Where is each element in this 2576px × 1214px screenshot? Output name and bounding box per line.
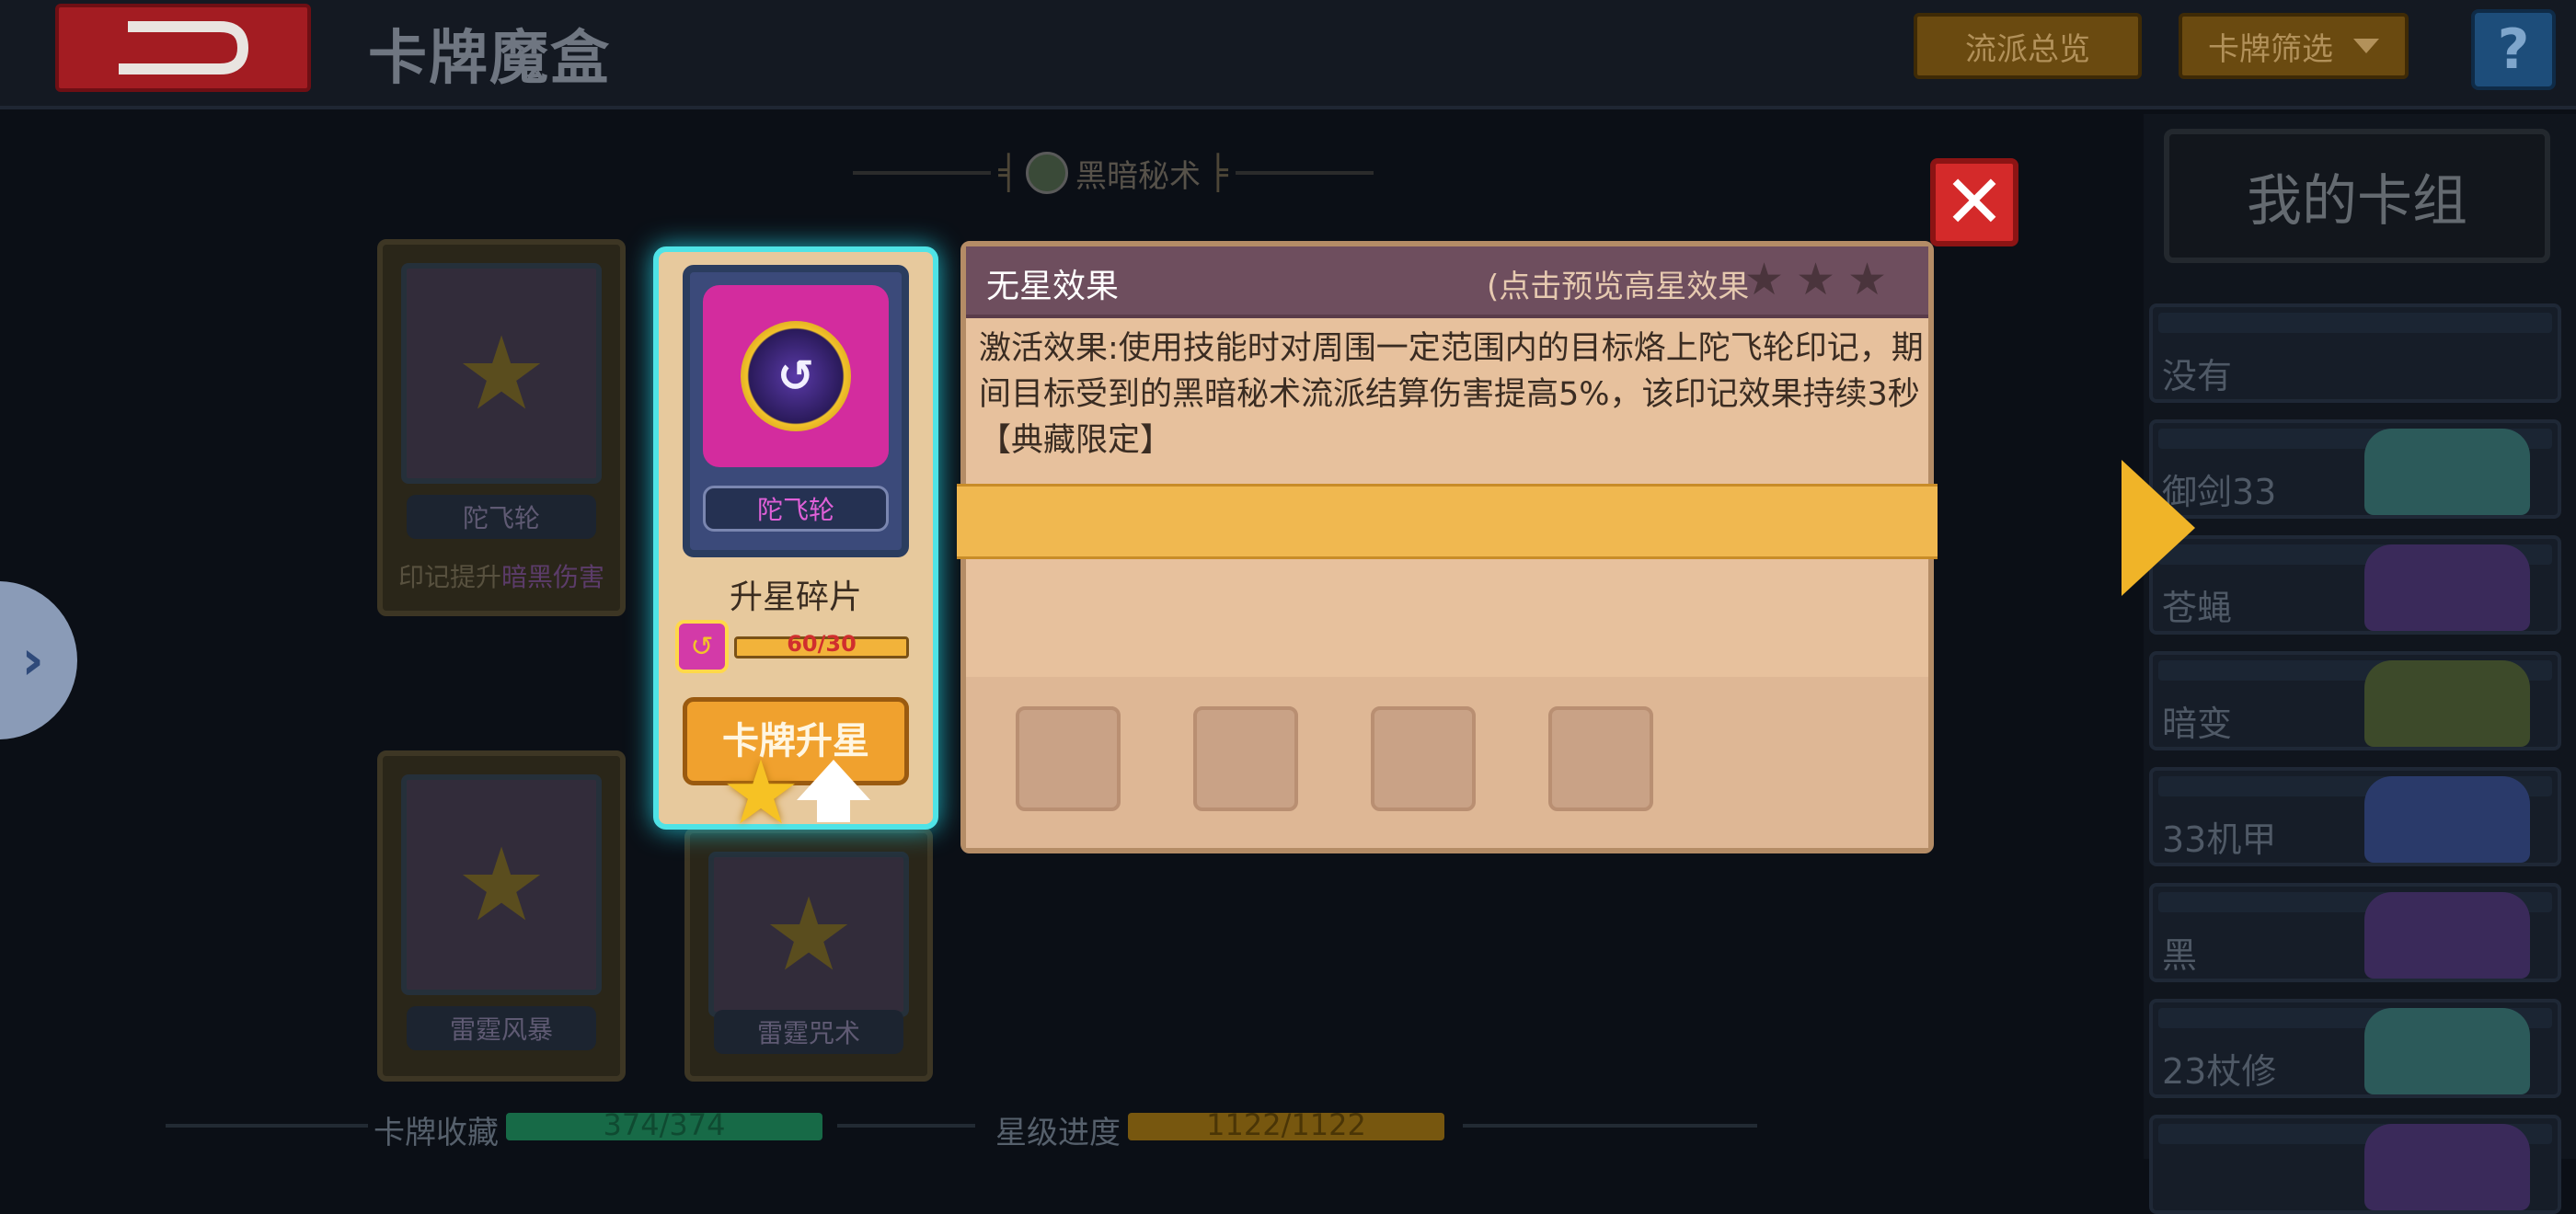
empty-slot[interactable]	[1016, 706, 1121, 811]
card-name: 陀飞轮	[407, 495, 596, 539]
help-button[interactable]: ?	[2471, 9, 2556, 90]
deck-card-thumbnail	[2364, 892, 2530, 979]
star-icon[interactable]: ★	[1744, 254, 1784, 305]
effect-preview-hint[interactable]: (点击预览高星效果	[1487, 261, 1749, 306]
chevron-right-icon: ›	[21, 628, 44, 693]
star-icon[interactable]: ★	[1796, 254, 1835, 305]
card-art-frame: ↺	[703, 285, 889, 467]
card-collection-progress-text: 374/374	[603, 1107, 726, 1142]
deck-list-item[interactable]: 御剑33	[2149, 419, 2561, 519]
divider	[853, 171, 992, 175]
deck-card-thumbnail	[2364, 1124, 2530, 1210]
card-art: ★	[401, 774, 602, 995]
card-collection-label: 卡牌收藏	[374, 1115, 499, 1151]
deck-card-thumbnail	[2364, 776, 2530, 863]
back-arrow-icon	[119, 21, 249, 74]
selected-card[interactable]: ↺ 陀飞轮 升星碎片 ↺ 60/30 卡牌升星 ★	[653, 246, 938, 837]
section-header: ╡ 黑暗秘术 ╞	[846, 147, 1380, 199]
side-menu-toggle[interactable]: ›	[0, 581, 77, 739]
star-progress-text: 1122/1122	[1206, 1107, 1366, 1142]
star-icon: ★	[455, 315, 547, 432]
star-icon: ★	[721, 741, 801, 844]
deck-list-item[interactable]: 33机甲	[2149, 767, 2561, 866]
divider	[166, 1124, 368, 1128]
card-tile[interactable]: ★ 陀飞轮 印记提升暗黑伤害	[377, 239, 626, 616]
school-emblem-icon	[1026, 152, 1068, 194]
card-art: ↺ 陀飞轮	[683, 265, 909, 557]
my-deck-button[interactable]: 我的卡组	[2164, 129, 2550, 263]
card-tile[interactable]: ★ 雷霆咒术	[684, 828, 933, 1082]
deck-list-item[interactable]: 没有	[2149, 304, 2561, 403]
card-filter-dropdown[interactable]: 卡牌筛选	[2179, 13, 2409, 79]
next-page-arrow-icon[interactable]	[2122, 460, 2195, 596]
deck-item-label: 33机甲	[2162, 819, 2277, 860]
shard-icon: ↺	[675, 620, 729, 673]
deck-item-header	[2158, 313, 2552, 333]
deck-item-label: 黑	[2162, 935, 2198, 976]
deck-list-item[interactable]	[2149, 1115, 2561, 1214]
card-filter-label: 卡牌筛选	[2208, 30, 2333, 68]
effect-header[interactable]: 无星效果 (点击预览高星效果 ★ ★ ★	[966, 246, 1928, 318]
deck-card-thumbnail	[2364, 429, 2530, 515]
deck-item-label: 23杖修	[2162, 1051, 2277, 1092]
empty-slot[interactable]	[1193, 706, 1298, 811]
deck-card-thumbnail	[2364, 544, 2530, 631]
deck-item-label: 暗变	[2162, 704, 2233, 744]
star-progress-label: 星级进度	[995, 1115, 1121, 1151]
chevron-down-icon	[2353, 39, 2379, 53]
help-icon: ?	[2497, 17, 2530, 82]
shard-label: 升星碎片	[729, 578, 862, 616]
deck-list-item[interactable]: 暗变	[2149, 651, 2561, 750]
arrow-up-icon	[797, 760, 870, 800]
card-art: ★	[401, 263, 602, 484]
school-overview-label: 流派总览	[1965, 30, 2090, 68]
deck-card-thumbnail	[2364, 1008, 2530, 1094]
divider	[837, 1124, 975, 1128]
deck-list-item[interactable]: 苍蝇	[2149, 535, 2561, 635]
deck-card-thumbnail	[2364, 660, 2530, 747]
close-icon: ✕	[1943, 159, 2006, 245]
card-name: 雷霆咒术	[714, 1010, 903, 1054]
card-name: 雷霆风暴	[407, 1006, 596, 1050]
empty-slot[interactable]	[1548, 706, 1653, 811]
empty-slot[interactable]	[1371, 706, 1476, 811]
tourbillon-icon: ↺	[741, 321, 851, 431]
effect-panel: 无星效果 (点击预览高星效果 ★ ★ ★ 激活效果:使用技能时对周围一定范围内的…	[957, 241, 1938, 853]
card-tile[interactable]: ★ 雷霆风暴	[377, 750, 626, 1082]
school-overview-button[interactable]: 流派总览	[1914, 13, 2142, 79]
section-title: 黑暗秘术	[1075, 157, 1201, 195]
ornament-icon: ╞	[1208, 154, 1228, 192]
effect-divider-band	[957, 484, 1938, 559]
ornament-icon: ╡	[998, 154, 1018, 192]
page-title: 卡牌魔盒	[368, 25, 611, 93]
my-deck-title: 我的卡组	[2247, 168, 2467, 234]
divider	[1463, 1124, 1757, 1128]
deck-item-label: 没有	[2162, 356, 2233, 396]
shard-progress-text: 60/30	[787, 631, 857, 657]
close-button[interactable]: ✕	[1930, 158, 2018, 246]
card-name: 陀飞轮	[703, 486, 889, 532]
star-icon: ★	[455, 826, 547, 944]
deck-list-item[interactable]: 23杖修	[2149, 999, 2561, 1098]
effect-description: 激活效果:使用技能时对周围一定范围内的目标烙上陀飞轮印记，期间目标受到的黑暗秘术…	[979, 330, 1924, 459]
effect-title: 无星效果	[986, 268, 1120, 305]
star-icon: ★	[763, 876, 855, 993]
arrow-up-icon-stem	[817, 798, 850, 822]
star-icon[interactable]: ★	[1847, 254, 1887, 305]
divider	[1235, 171, 1374, 175]
card-art: ★	[708, 852, 909, 1017]
back-button[interactable]	[55, 4, 311, 92]
deck-list-item[interactable]: 黑	[2149, 883, 2561, 982]
card-desc: 印记提升暗黑伤害	[397, 562, 605, 592]
